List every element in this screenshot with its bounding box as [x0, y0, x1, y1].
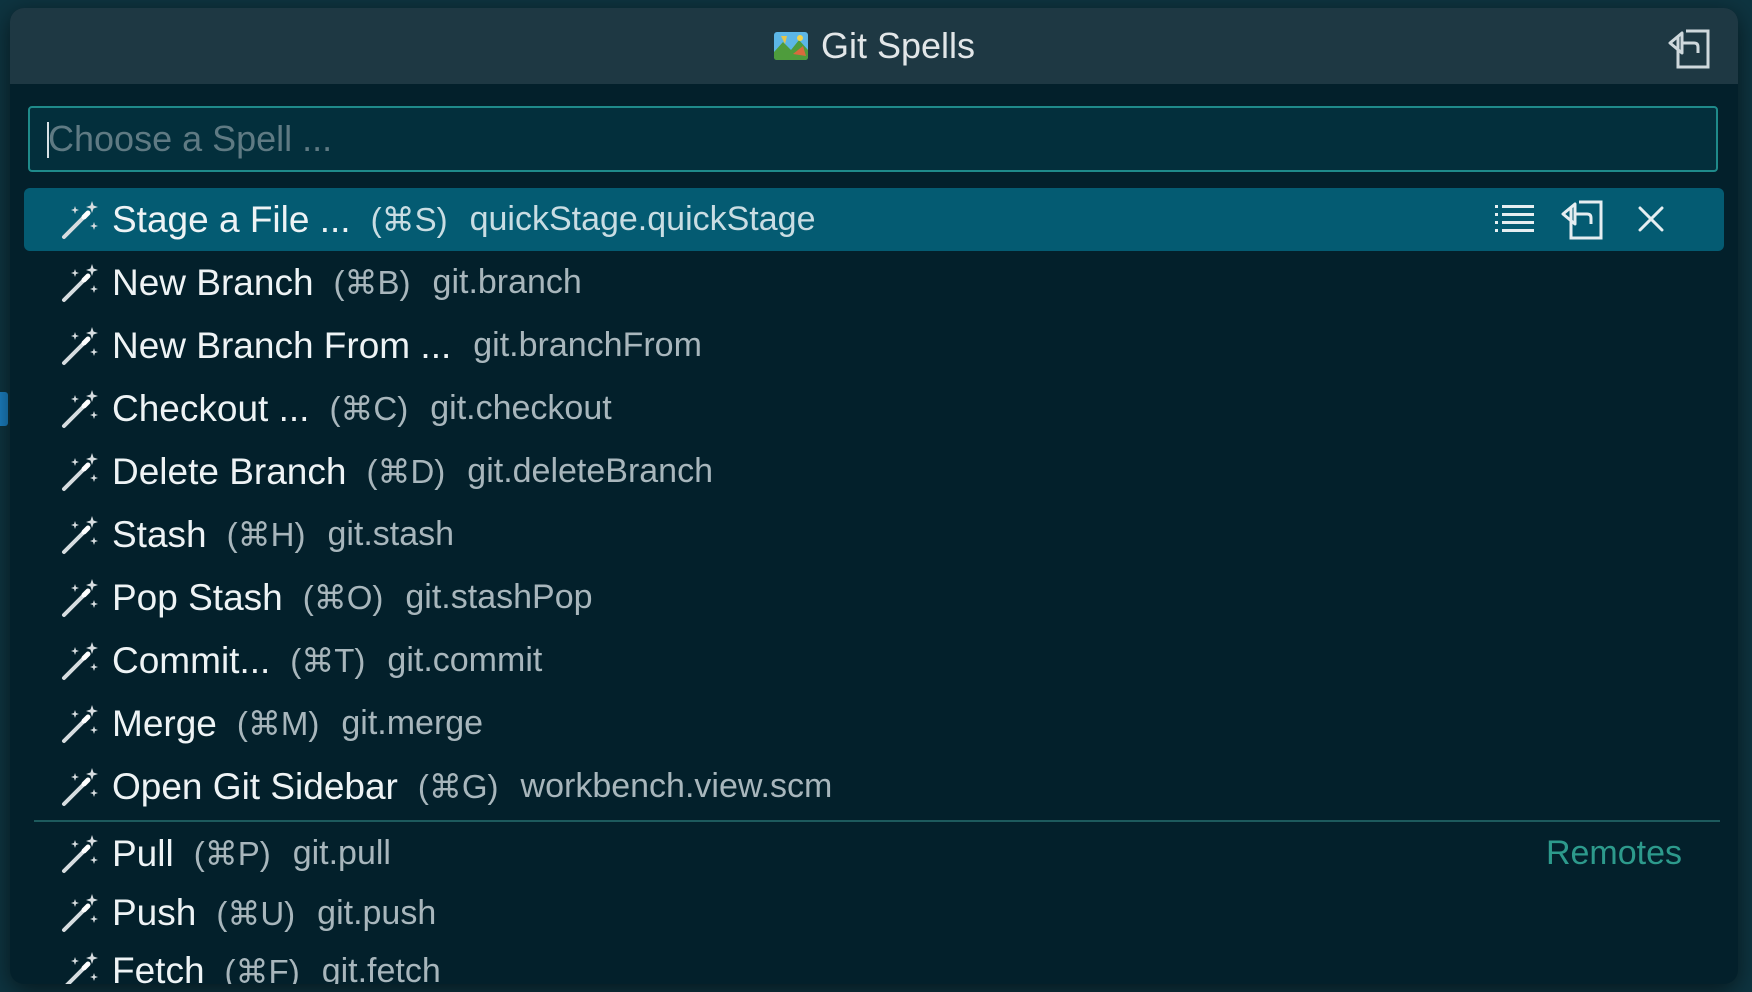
open-item-button[interactable] [1560, 196, 1606, 242]
magic-wand-icon [62, 767, 98, 806]
palette-title: Git Spells [820, 25, 976, 66]
magic-wand-icon [62, 389, 98, 428]
spell-label: Open Git Sidebar [112, 765, 398, 807]
spell-label: Delete Branch [112, 450, 347, 492]
magic-wand-icon [65, 952, 98, 984]
magic-wand-icon [62, 578, 98, 617]
spell-label: Commit... [112, 639, 271, 681]
spell-command-id: workbench.view.scm [520, 767, 833, 805]
remove-item-button[interactable] [1628, 196, 1674, 242]
spell-command-id: git.merge [341, 704, 484, 742]
spell-item[interactable]: Fetch (⌘F) git.fetch [24, 941, 1724, 984]
spell-item[interactable]: Stash (⌘H) git.stash [24, 503, 1724, 566]
spell-item[interactable]: Open Git Sidebar (⌘G) workbench.view.scm [24, 755, 1724, 818]
spell-command-id: git.stashPop [405, 578, 593, 616]
spell-command-id: git.branchFrom [473, 326, 702, 364]
spell-keybinding: (⌘S) [370, 201, 448, 238]
text-caret [47, 122, 49, 158]
spell-item[interactable]: Stage a File ... (⌘S) quickStage.quickStag… [24, 188, 1724, 251]
spell-label: Merge [112, 702, 217, 744]
spell-label: Pop Stash [112, 576, 283, 618]
spell-label: New Branch From ... [112, 324, 452, 366]
magic-wand-icon [62, 263, 98, 302]
map-emoji-icon [773, 32, 808, 60]
configure-keybinding-button[interactable] [1492, 196, 1538, 242]
item-actions [1492, 196, 1674, 242]
spell-command-id: git.commit [387, 641, 543, 679]
magic-wand-icon [62, 834, 98, 873]
spell-item[interactable]: Pull (⌘P) git.pull Remotes [24, 822, 1724, 885]
spell-keybinding: (⌘M) [236, 705, 320, 742]
spell-label: Checkout ... [112, 387, 310, 429]
spell-label: Fetch [112, 950, 205, 984]
spell-item[interactable]: Pop Stash (⌘O) git.stashPop [24, 566, 1724, 629]
spell-search-field[interactable] [28, 106, 1718, 172]
close-icon [1638, 206, 1664, 232]
title-group: Git Spells [773, 25, 975, 67]
group-label-remotes: Remotes [1545, 834, 1682, 872]
magic-wand-icon [62, 326, 98, 365]
spell-command-id: quickStage.quickStage [469, 200, 816, 238]
spell-command-id: git.stash [327, 515, 455, 553]
spell-item[interactable]: New Branch (⌘B) git.branch [24, 251, 1724, 314]
spell-keybinding: (⌘D) [366, 453, 446, 490]
quick-pick-palette: Git Spells Stage a File ... (⌘S) quickStag… [10, 8, 1738, 984]
spell-keybinding: (⌘P) [193, 835, 271, 872]
magic-wand-icon [62, 452, 98, 491]
spell-label: Stage a File ... [112, 198, 351, 240]
palette-titlebar: Git Spells [10, 8, 1738, 84]
magic-wand-icon [62, 641, 98, 680]
spell-item[interactable]: Push (⌘U) git.push [24, 885, 1724, 941]
spell-item[interactable]: Delete Branch (⌘D) git.deleteBranch [24, 440, 1724, 503]
spell-label: Stash [112, 513, 207, 555]
spell-keybinding: (⌘C) [329, 390, 409, 427]
spell-keybinding: (⌘H) [226, 516, 306, 553]
spell-command-id: git.fetch [321, 951, 441, 985]
list-icon [1495, 205, 1534, 232]
spell-command-id: git.branch [432, 263, 582, 301]
spell-keybinding: (⌘U) [216, 894, 296, 932]
spell-command-id: git.deleteBranch [467, 452, 714, 490]
spell-item[interactable]: New Branch From ... git.branchFrom [24, 314, 1724, 377]
spell-list: Stage a File ... (⌘S) quickStage.quickStag… [24, 188, 1724, 984]
spell-keybinding: (⌘F) [224, 952, 300, 985]
spell-command-id: git.checkout [430, 389, 612, 427]
magic-wand-icon [62, 200, 98, 239]
spell-keybinding: (⌘O) [302, 579, 384, 616]
spell-label: Push [112, 892, 197, 933]
spell-command-id: git.push [317, 893, 437, 932]
spell-keybinding: (⌘G) [417, 768, 499, 805]
magic-wand-icon [62, 704, 98, 743]
magic-wand-icon [62, 515, 98, 554]
background-marker [0, 392, 8, 426]
spell-search-input[interactable] [46, 117, 1716, 161]
open-in-editor-icon [1668, 29, 1710, 69]
spell-label: New Branch [112, 261, 314, 303]
spell-item[interactable]: Commit... (⌘T) git.commit [24, 629, 1724, 692]
spell-command-id: git.pull [292, 834, 391, 872]
open-in-editor-icon [1561, 200, 1603, 240]
spell-label: Pull [112, 832, 174, 874]
spell-item[interactable]: Checkout ... (⌘C) git.checkout [24, 377, 1724, 440]
open-in-editor-button[interactable] [1666, 24, 1714, 72]
magic-wand-icon [62, 894, 98, 932]
spell-keybinding: (⌘T) [290, 642, 366, 679]
spell-keybinding: (⌘B) [333, 264, 411, 301]
spell-item[interactable]: Merge (⌘M) git.merge [24, 692, 1724, 755]
